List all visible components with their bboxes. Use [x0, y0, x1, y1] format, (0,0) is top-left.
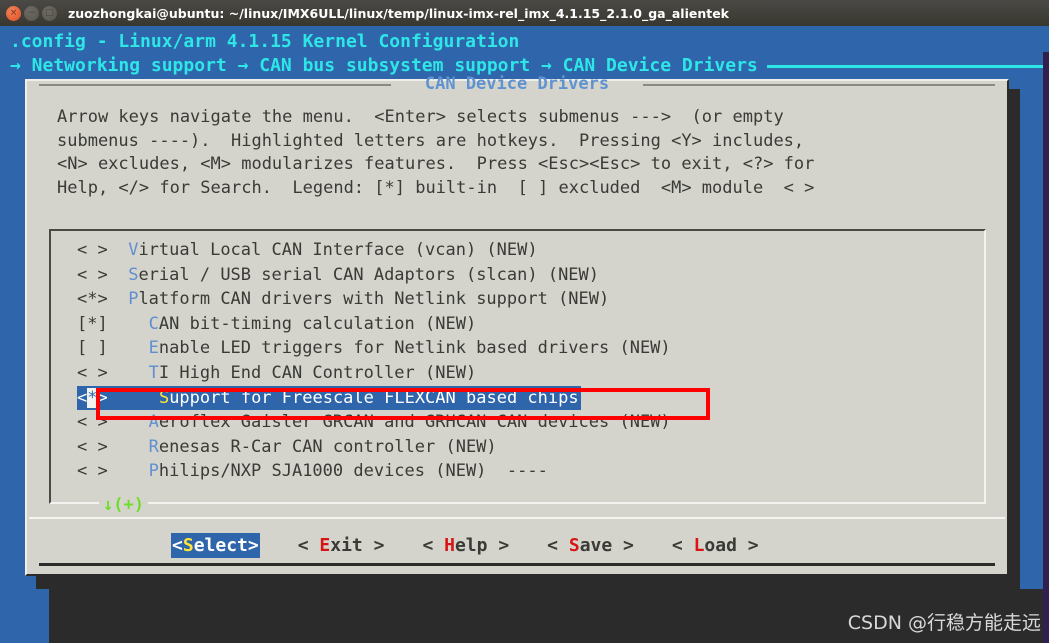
menu-item[interactable]: < > Renesas R-Car CAN controller (NEW) — [77, 435, 967, 460]
menu-item-hotkey: P — [148, 461, 159, 482]
button-save[interactable]: < Save > — [547, 533, 634, 558]
menu-item[interactable]: < > Aeroflex Gaisler GRCAN and GRHCAN CA… — [77, 410, 967, 435]
button-label: ave > — [579, 535, 634, 556]
button-prefix: < — [422, 535, 445, 556]
menu-item-hotkey: T — [148, 362, 159, 383]
button-label: elect> — [193, 535, 259, 556]
menu-item-state: < > — [77, 264, 129, 285]
button-load[interactable]: < Load > — [672, 533, 759, 558]
menu-item-label: erial / USB serial CAN Adaptors (slcan) … — [138, 264, 600, 285]
menu-item-hotkey: E — [148, 338, 159, 359]
menu-item-hotkey: S — [128, 264, 139, 285]
menu-item-hotkey: S — [158, 387, 170, 408]
button-select[interactable]: <Select> — [171, 533, 260, 558]
button-prefix: < — [547, 535, 569, 556]
window-title: zuozhongkai@ubuntu: ~/linux/IMX6ULL/linu… — [68, 5, 729, 21]
menu-item-hotkey: R — [148, 436, 159, 457]
button-xit[interactable]: < Exit > — [298, 533, 385, 558]
button-hotkey: L — [693, 535, 705, 556]
menu-dialog: CAN Device Drivers Arrow keys navigate t… — [25, 74, 1009, 576]
button-prefix: < — [671, 535, 694, 556]
button-label: xit > — [330, 535, 385, 556]
button-prefix: < — [297, 535, 320, 556]
menu-list[interactable]: < > Virtual Local CAN Interface (vcan) (… — [77, 238, 967, 484]
dialog-bottom-rule — [39, 563, 995, 566]
kernel-config-title: .config - Linux/arm 4.1.15 Kernel Config… — [10, 31, 520, 52]
menu-item-label: nable LED triggers for Netlink based dri… — [158, 338, 671, 359]
menu-item-hotkey: P — [128, 289, 139, 310]
button-hotkey: H — [444, 535, 455, 556]
scroll-down-indicator: ↓(+) — [99, 495, 148, 515]
dialog-title: CAN Device Drivers — [424, 74, 610, 94]
menu-item[interactable]: < > Virtual Local CAN Interface (vcan) (… — [77, 238, 967, 263]
menu-item[interactable]: < > TI High End CAN Controller (NEW) — [77, 361, 967, 386]
menu-list-box: < > Virtual Local CAN Interface (vcan) (… — [49, 229, 986, 515]
menu-item[interactable]: < > Serial / USB serial CAN Adaptors (sl… — [77, 263, 967, 288]
menu-item-state: < > — [77, 362, 149, 383]
menu-item-hotkey: V — [128, 240, 139, 260]
menu-item-hotkey: A — [148, 412, 159, 433]
menu-item[interactable]: < > Philips/NXP SJA1000 devices (NEW) --… — [77, 459, 967, 484]
menu-item-state: < > — [77, 461, 149, 482]
menu-item[interactable]: [*] CAN bit-timing calculation (NEW) — [77, 312, 967, 337]
menu-item[interactable]: <*> Platform CAN drivers with Netlink su… — [77, 287, 967, 312]
menu-item-state-close: > — [97, 387, 108, 408]
button-hotkey: S — [182, 535, 194, 556]
button-prefix: < — [172, 535, 183, 556]
menu-item-label: hilips/NXP SJA1000 devices (NEW) ---- — [158, 461, 548, 482]
button-separator — [29, 517, 1005, 519]
minimize-icon[interactable]: − — [24, 5, 39, 21]
window-right-edge — [1043, 52, 1049, 643]
terminal-window: × − □ zuozhongkai@ubuntu: ~/linux/IMX6UL… — [0, 0, 1049, 643]
menu-item-label: eroflex Gaisler GRCAN and GRHCAN CAN dev… — [158, 412, 671, 433]
menu-item-state: < > — [77, 436, 149, 457]
menu-item-hotkey: C — [148, 313, 159, 334]
menuconfig-screen: .config - Linux/arm 4.1.15 Kernel Config… — [0, 26, 1049, 643]
menu-item-state: <*> — [77, 289, 129, 310]
menu-item-state: [*] — [77, 313, 149, 334]
menu-item-state-open: < — [77, 387, 88, 408]
dialog-button-bar[interactable]: <Select> < Exit > < Help > < Save > < Load > — [27, 533, 1007, 558]
help-text: Arrow keys navigate the menu. <Enter> se… — [57, 107, 815, 198]
menu-item-label: enesas R-Car CAN controller (NEW) — [158, 436, 497, 457]
watermark: CSDN @行稳方能走远 — [847, 612, 1041, 634]
window-titlebar: × − □ zuozhongkai@ubuntu: ~/linux/IMX6UL… — [0, 0, 1049, 26]
menu-item-cursor-block: * — [87, 387, 98, 408]
button-hotkey: S — [568, 535, 580, 556]
menu-item[interactable]: [ ] Enable LED triggers for Netlink base… — [77, 336, 967, 361]
menu-item-state: [ ] — [77, 338, 149, 359]
menu-item-indent — [108, 388, 159, 408]
menu-item-state: < > — [77, 240, 129, 260]
menu-item-label: AN bit-timing calculation (NEW) — [158, 313, 477, 334]
menu-item-state: < > — [77, 412, 149, 433]
button-label: oad > — [704, 535, 759, 556]
menu-item-label: upport for Freescale FLEXCAN based chips — [169, 387, 579, 408]
terminal-bottom-strip: CSDN @行稳方能走远 — [49, 589, 1049, 643]
menu-item-label: irtual Local CAN Interface (vcan) (NEW) — [138, 240, 538, 260]
button-label: elp > — [454, 535, 510, 556]
menu-item-label: I High End CAN Controller (NEW) — [158, 362, 477, 383]
menu-item-label: latform CAN drivers with Netlink support… — [138, 289, 610, 310]
menu-item[interactable]: <*> Support for Freescale FLEXCAN based … — [77, 385, 581, 411]
maximize-icon[interactable]: □ — [42, 5, 57, 21]
button-hotkey: E — [319, 535, 331, 556]
menuconfig-header: .config - Linux/arm 4.1.15 Kernel Config… — [10, 30, 1045, 78]
close-icon[interactable]: × — [6, 5, 21, 21]
button-help[interactable]: < Help > — [422, 533, 509, 558]
breadcrumb-rule — [766, 64, 1043, 68]
